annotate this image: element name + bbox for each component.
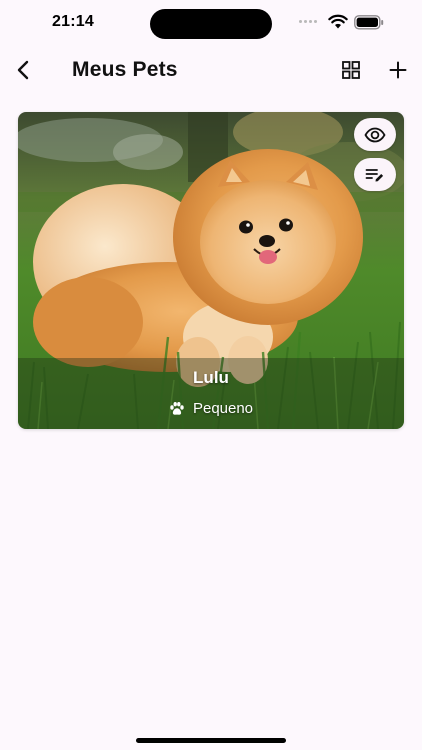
screen: 21:14 Meus Pets Lulu Pequeno xyxy=(0,0,422,750)
wifi-icon xyxy=(328,14,348,29)
battery-icon xyxy=(354,15,384,30)
pet-size: Pequeno xyxy=(192,400,254,417)
eye-icon xyxy=(364,127,386,142)
grid-view-button[interactable] xyxy=(337,56,365,84)
status-time: 21:14 xyxy=(52,13,94,30)
back-button[interactable] xyxy=(8,54,38,86)
edit-pet-button[interactable] xyxy=(354,158,396,191)
grid-view-icon xyxy=(342,61,360,79)
plus-icon xyxy=(389,61,407,79)
pet-card[interactable]: Lulu Pequeno xyxy=(18,112,404,429)
view-pet-button[interactable] xyxy=(354,118,396,151)
home-indicator xyxy=(136,738,286,743)
page-title: Meus Pets xyxy=(72,58,178,81)
status-bar: 21:14 xyxy=(0,0,422,48)
dynamic-island xyxy=(150,9,272,39)
paw-icon xyxy=(169,401,185,417)
edit-notes-icon xyxy=(365,168,384,181)
pet-name: Lulu xyxy=(193,368,229,387)
pet-size-row: Pequeno xyxy=(18,400,404,417)
add-pet-button[interactable] xyxy=(384,56,412,84)
app-bar: Meus Pets xyxy=(0,50,422,90)
back-icon xyxy=(17,60,29,80)
signal-dots-icon xyxy=(299,20,321,26)
